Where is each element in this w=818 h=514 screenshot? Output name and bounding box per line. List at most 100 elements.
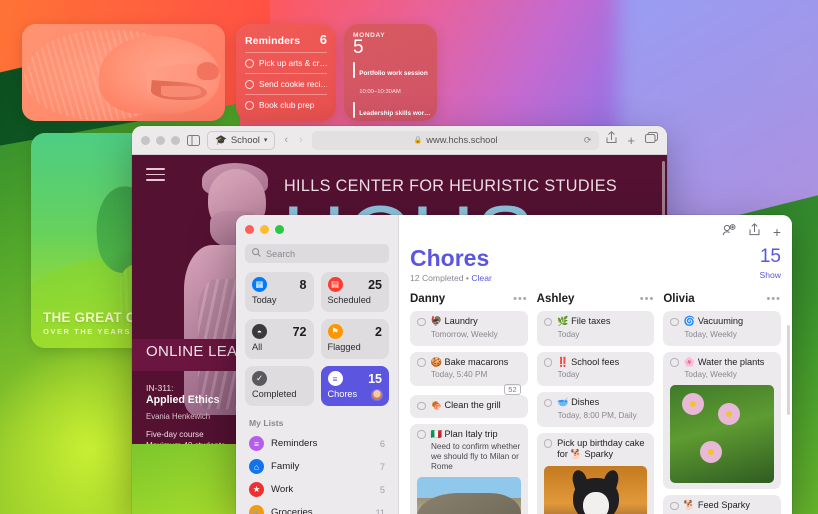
task-item[interactable]: 🍖 Clean the grill bbox=[410, 395, 528, 418]
dog-face bbox=[582, 491, 609, 514]
close-button[interactable] bbox=[245, 225, 254, 234]
checkbox-icon[interactable] bbox=[417, 401, 426, 410]
task-item[interactable]: 🇮🇹 Plan Italy trip Need to confirm wheth… bbox=[410, 423, 528, 514]
reload-icon[interactable]: ⟳ bbox=[584, 135, 592, 146]
tab-group-school[interactable]: 🎓 School ▾ bbox=[207, 130, 276, 150]
show-completed-button[interactable]: Show bbox=[760, 270, 782, 280]
clear-button[interactable]: Clear bbox=[471, 273, 492, 283]
calendar-event[interactable]: Leadership skills wor… 11AM–12PM bbox=[353, 101, 431, 122]
share-icon[interactable] bbox=[606, 131, 617, 149]
column-header: Danny ••• bbox=[410, 293, 528, 305]
task-item[interactable]: 🥣 Dishes Today, 8:00 PM, Daily bbox=[536, 392, 655, 427]
task-title: 🌸 Water the plants bbox=[683, 356, 765, 367]
task-item[interactable]: ‼️ School fees Today bbox=[536, 351, 655, 386]
calendar-event-title: Portfolio work session bbox=[359, 70, 428, 77]
column-header: Ashley ••• bbox=[537, 293, 655, 305]
minimize-button[interactable] bbox=[260, 225, 269, 234]
address-bar[interactable]: 🔒 www.hchs.school ⟳ bbox=[311, 130, 600, 150]
task-item[interactable]: 🐕 Feed Sparky Today, 5:00 PM, Daily bbox=[663, 495, 782, 514]
list-item-work[interactable]: ★ Work 5 bbox=[245, 478, 389, 501]
checkbox-icon[interactable] bbox=[543, 317, 553, 326]
back-button[interactable]: ‹ bbox=[282, 134, 290, 146]
task-item[interactable]: Pick up birthday cake for 🐕 Sparky bbox=[536, 432, 655, 514]
column-title: Olivia bbox=[663, 293, 695, 305]
task-title: ‼️ School fees bbox=[557, 356, 620, 367]
add-reminder-button[interactable]: + bbox=[773, 225, 781, 239]
maximize-button[interactable] bbox=[171, 135, 180, 145]
reminders-window[interactable]: Search ▦ 8 Today ▤ 25 Scheduled ◓ 72 All… bbox=[236, 215, 792, 514]
my-lists-header: My Lists bbox=[249, 418, 284, 428]
reminders-widget-item-label: Pick up arts & cr… bbox=[259, 58, 327, 68]
checkbox-icon[interactable] bbox=[543, 358, 553, 367]
checkbox-icon[interactable] bbox=[417, 358, 426, 367]
window-controls[interactable] bbox=[141, 135, 180, 145]
hamburger-menu-icon[interactable] bbox=[146, 168, 165, 185]
list-item-family[interactable]: ⌂ Family 7 bbox=[245, 455, 389, 478]
column-menu-icon[interactable]: ••• bbox=[513, 294, 528, 305]
checkbox-icon[interactable] bbox=[543, 439, 553, 448]
column-menu-icon[interactable]: ••• bbox=[640, 294, 655, 305]
close-button[interactable] bbox=[141, 135, 150, 145]
checkbox-icon[interactable] bbox=[417, 430, 426, 439]
desktop: Reminders 6 Pick up arts & cr… Send cook… bbox=[0, 0, 818, 514]
checkbox-icon[interactable] bbox=[670, 358, 679, 367]
smart-list-all[interactable]: ◓ 72 All bbox=[245, 319, 314, 359]
forward-button[interactable]: › bbox=[297, 134, 305, 146]
smart-list-label: Scheduled bbox=[327, 295, 371, 305]
smart-list-scheduled[interactable]: ▤ 25 Scheduled bbox=[320, 272, 389, 312]
smart-list-today[interactable]: ▦ 8 Today bbox=[245, 272, 314, 312]
task-attachment-image[interactable] bbox=[543, 465, 648, 514]
task-item[interactable]: 🌸 Water the plants Today, Weekly bbox=[663, 351, 782, 489]
maximize-button[interactable] bbox=[275, 225, 284, 234]
reminders-widget-item-label: Send cookie reci… bbox=[259, 79, 327, 89]
tab-overview-icon[interactable] bbox=[645, 131, 658, 149]
task-title: 🍪 Bake macarons bbox=[430, 356, 509, 367]
reminders-widget-item[interactable]: Send cookie reci… bbox=[245, 72, 327, 89]
calendar-event[interactable]: Portfolio work session 10:00–10:30AM bbox=[353, 62, 429, 98]
smart-list-completed[interactable]: ✓ Completed bbox=[245, 366, 314, 406]
circle-icon[interactable] bbox=[245, 58, 254, 68]
reminders-scrollbar[interactable] bbox=[787, 325, 790, 415]
reminders-widget-item[interactable]: Pick up arts & cr… bbox=[245, 51, 327, 68]
circle-icon[interactable] bbox=[245, 79, 254, 89]
task-item[interactable]: 🌀 Vacuuming Today, Weekly bbox=[663, 311, 782, 346]
checkbox-icon[interactable] bbox=[670, 317, 679, 326]
task-title: 🌿 File taxes bbox=[557, 316, 611, 326]
reminders-widget-item[interactable]: Book club prep bbox=[245, 93, 327, 110]
task-item[interactable]: 🍪 Bake macarons Today, 5:40 PM 52 bbox=[410, 351, 528, 395]
task-item[interactable]: 🌿 File taxes Today bbox=[536, 311, 655, 346]
cart-icon: 🛒 bbox=[249, 505, 264, 514]
window-controls[interactable] bbox=[245, 225, 389, 234]
circle-icon[interactable] bbox=[245, 100, 254, 110]
house-icon: ⌂ bbox=[249, 459, 264, 474]
list-item-groceries[interactable]: 🛒 Groceries 11 bbox=[245, 501, 389, 514]
new-tab-icon[interactable]: + bbox=[627, 133, 635, 148]
list-item-label: Work bbox=[271, 484, 294, 495]
minimize-button[interactable] bbox=[156, 135, 165, 145]
checkbox-icon[interactable] bbox=[670, 501, 679, 510]
checkbox-icon[interactable] bbox=[543, 398, 553, 407]
reminders-widget[interactable]: Reminders 6 Pick up arts & cr… Send cook… bbox=[236, 24, 336, 121]
task-subtitle: Today bbox=[557, 329, 580, 339]
checkbox-icon[interactable] bbox=[417, 317, 426, 326]
event-bar bbox=[353, 62, 356, 78]
scheduled-icon: ▤ bbox=[327, 277, 343, 292]
smart-list-chores[interactable]: ≡ 15 Chores bbox=[320, 366, 389, 406]
list-item-reminders[interactable]: ≡ Reminders 6 bbox=[245, 432, 389, 455]
event-bar bbox=[353, 101, 356, 118]
search-input[interactable]: Search bbox=[245, 244, 389, 263]
smart-list-flagged[interactable]: ⚑ 2 Flagged bbox=[320, 319, 389, 359]
calendar-widget[interactable]: MONDAY 5 Portfolio work session 10:00–10… bbox=[344, 24, 437, 121]
column-menu-icon[interactable]: ••• bbox=[766, 294, 781, 305]
url-text: www.hchs.school bbox=[426, 135, 498, 145]
add-person-icon[interactable] bbox=[722, 223, 736, 241]
column-ashley: Ashley ••• 🌿 File taxes Today ‼️ School … bbox=[536, 293, 655, 514]
list-item-count: 6 bbox=[379, 438, 385, 449]
task-attachment-image[interactable] bbox=[417, 477, 521, 514]
share-icon[interactable] bbox=[749, 222, 760, 241]
smart-list-label: Today bbox=[252, 295, 277, 305]
task-item[interactable]: 🦃 Laundry Tomorrow, Weekly bbox=[410, 311, 528, 346]
photos-widget[interactable] bbox=[22, 24, 225, 121]
task-attachment-image[interactable] bbox=[670, 385, 775, 483]
sidebar-toggle-icon[interactable] bbox=[187, 134, 200, 146]
